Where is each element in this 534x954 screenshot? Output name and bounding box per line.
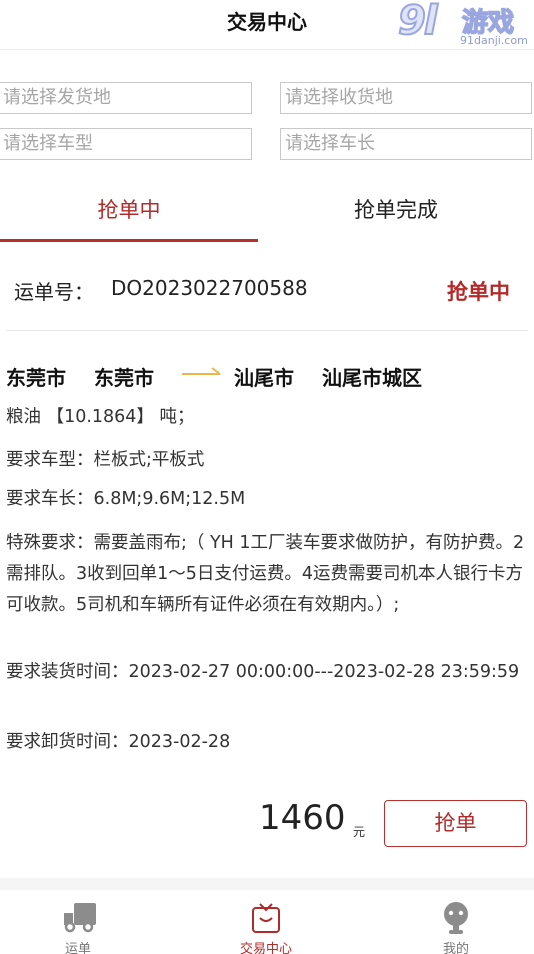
special-requirements: 特殊要求：需要盖雨布;（ YH 1工厂装车要求做防护，有防护费。2需排队。3收到… (6, 533, 525, 615)
nav-separator (0, 878, 534, 890)
route-to-city: 汕尾市 (234, 366, 294, 390)
route-from-city: 东莞市 (6, 366, 66, 390)
app-header: 交易中心 9l 游戏 91danji.com (0, 0, 534, 50)
shopping-bag-icon (252, 903, 280, 933)
watermark-logo: 9l 游戏 91danji.com (397, 0, 528, 52)
nav-item-waybill[interactable]: 运单 (8, 890, 148, 954)
ship-from-select[interactable]: 请选择发货地 (0, 82, 252, 114)
order-price: 1460 (259, 798, 346, 838)
tab-grabbing[interactable]: 抢单中 (0, 192, 258, 242)
vehicle-length-placeholder: 请选择车长 (285, 133, 375, 154)
order-status-badge: 抢单中 (447, 280, 510, 304)
truck-icon (64, 903, 96, 933)
route-to-district: 汕尾市城区 (322, 366, 422, 390)
vehicle-type-select[interactable]: 请选择车型 (0, 128, 252, 160)
watermark-url: 91danji.com (460, 34, 528, 47)
nav-item-mine[interactable]: 我的 (386, 890, 526, 954)
ship-to-select[interactable]: 请选择收货地 (280, 82, 532, 114)
tab-grab-complete[interactable]: 抢单完成 (258, 192, 534, 242)
nav-label-trade-center: 交易中心 (239, 942, 292, 954)
order-number: DO2023022700588 (111, 276, 308, 300)
nav-label-waybill: 运单 (64, 942, 91, 954)
ship-to-placeholder: 请选择收货地 (285, 87, 393, 108)
user-icon (444, 902, 468, 934)
vehicle-type-placeholder: 请选择车型 (3, 133, 93, 154)
ship-from-placeholder: 请选择发货地 (3, 87, 111, 108)
loading-time: 要求装货时间：2023-02-27 00:00:00---2023-02-28 … (6, 662, 520, 682)
grab-order-button[interactable]: 抢单 (384, 800, 527, 847)
unloading-time: 要求卸货时间：2023-02-28 (6, 732, 231, 752)
order-header: 运单号： DO2023022700588 抢单中 (0, 270, 534, 314)
order-divider (6, 330, 528, 331)
vehicle-length-select[interactable]: 请选择车长 (280, 128, 532, 160)
nav-item-trade-center[interactable]: 交易中心 (196, 890, 336, 954)
route-from-district: 东莞市 (94, 366, 154, 390)
order-number-label: 运单号： (14, 280, 94, 304)
route-arrow-icon (182, 367, 221, 375)
order-route: 东莞市 东莞市 汕尾市 汕尾市城区 (6, 362, 534, 392)
nav-label-mine: 我的 (442, 942, 469, 954)
bottom-nav: 运单 交易中心 我的 (0, 890, 534, 954)
price-unit: 元 (353, 825, 366, 839)
required-vehicle-type: 要求车型：栏板式;平板式 (6, 450, 205, 470)
required-vehicle-length: 要求车长：6.8M;9.6M;12.5M (6, 489, 246, 509)
goods-info: 粮油 【10.1864】 吨； (6, 407, 195, 427)
watermark-mark: 9l (397, 0, 438, 45)
